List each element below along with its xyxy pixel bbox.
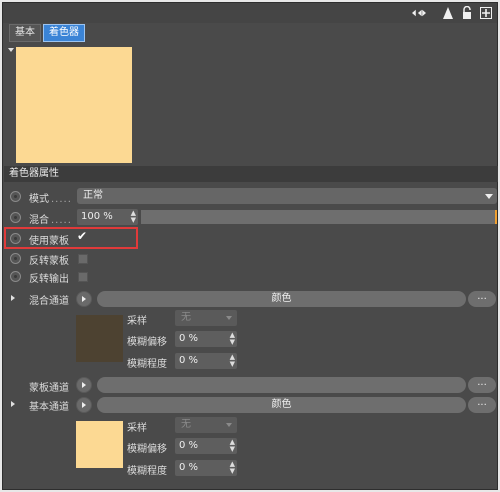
base-blur-scale-label: 模糊程度: [127, 466, 167, 477]
invert-output-label: 反转输出: [29, 274, 69, 285]
blend-animate-radio[interactable]: [10, 212, 21, 223]
base-channel-more-button[interactable]: ...: [468, 397, 496, 413]
expand-chevron-icon[interactable]: [11, 295, 15, 301]
invert-mask-checkbox[interactable]: [78, 254, 88, 264]
mix-blur-scale-field[interactable]: 0 % ▲ ▼: [175, 353, 237, 369]
mix-sampling-dropdown: 无: [175, 310, 237, 326]
section-header-shader-properties: 着色器属性: [4, 166, 498, 182]
add-panel-icon[interactable]: [479, 5, 493, 20]
mix-blur-scale-label: 模糊程度: [127, 359, 167, 370]
mask-channel-label: 蒙板通道: [29, 383, 69, 394]
base-blur-scale-field[interactable]: 0 % ▲ ▼: [175, 460, 237, 476]
use-mask-checkbox[interactable]: ✔: [77, 229, 87, 243]
mask-channel-menu-button[interactable]: [76, 377, 92, 393]
mix-blur-offset-label: 模糊偏移: [127, 337, 167, 348]
invert-output-checkbox[interactable]: [78, 272, 88, 282]
spinner-icon[interactable]: ▲ ▼: [230, 354, 235, 368]
base-channel-swatch: [76, 421, 123, 468]
lock-icon[interactable]: [460, 5, 474, 20]
blend-slider[interactable]: [141, 210, 497, 224]
expand-chevron-icon[interactable]: [11, 401, 15, 407]
spinner-icon[interactable]: ▲ ▼: [230, 439, 235, 453]
invert-mask-animate-radio[interactable]: [10, 253, 21, 264]
blend-label: 混合.....: [29, 215, 72, 226]
base-blur-scale-value: 0 %: [179, 462, 199, 473]
tab-bar: 基本 着色器: [9, 24, 85, 42]
base-sampling-dropdown: 无: [175, 417, 237, 433]
mask-channel-more-button[interactable]: ...: [468, 377, 496, 393]
mask-channel-shader-button[interactable]: [97, 377, 466, 393]
tab-basic[interactable]: 基本: [9, 24, 41, 42]
highlight-box: [4, 227, 138, 249]
use-mask-label: 使用蒙板: [29, 236, 69, 247]
collapse-triangle-icon[interactable]: [8, 48, 14, 52]
dropdown-arrow-icon: [485, 194, 493, 199]
invert-output-animate-radio[interactable]: [10, 271, 21, 282]
pointer-up-icon[interactable]: [441, 5, 455, 20]
base-channel-label: 基本通道: [29, 402, 69, 413]
mix-channel-more-button[interactable]: ...: [468, 291, 496, 307]
nav-arrows-icon[interactable]: [412, 5, 426, 20]
mix-channel-swatch: [76, 315, 123, 362]
base-sampling-label: 采样: [127, 423, 147, 434]
mix-sampling-label: 采样: [127, 316, 147, 327]
spinner-icon[interactable]: ▲ ▼: [230, 461, 235, 475]
mix-sampling-value: 无: [181, 312, 191, 323]
mix-channel-shader-button[interactable]: 颜色: [97, 291, 466, 307]
blend-value: 100 %: [81, 211, 113, 222]
mode-dropdown[interactable]: 正常: [77, 188, 497, 204]
mode-value: 正常: [83, 190, 103, 201]
mix-blur-offset-field[interactable]: 0 % ▲ ▼: [175, 331, 237, 347]
base-channel-menu-button[interactable]: [76, 397, 92, 413]
base-blur-offset-field[interactable]: 0 % ▲ ▼: [175, 438, 237, 454]
spinner-icon[interactable]: ▲ ▼: [131, 210, 136, 224]
spinner-icon[interactable]: ▲ ▼: [230, 332, 235, 346]
mix-blur-scale-value: 0 %: [179, 355, 199, 366]
mix-blur-offset-value: 0 %: [179, 333, 199, 344]
base-sampling-value: 无: [181, 419, 191, 430]
base-channel-shader-button[interactable]: 颜色: [97, 397, 466, 413]
base-blur-offset-value: 0 %: [179, 440, 199, 451]
mix-channel-menu-button[interactable]: [76, 291, 92, 307]
tab-shader[interactable]: 着色器: [43, 24, 85, 42]
blend-field[interactable]: 100 % ▲ ▼: [77, 209, 138, 225]
invert-mask-label: 反转蒙板: [29, 256, 69, 267]
shader-preview: [16, 47, 132, 163]
top-toolbar: [3, 3, 497, 23]
mode-label: 模式.....: [29, 194, 72, 205]
mix-channel-label: 混合通道: [29, 296, 69, 307]
attribute-manager-panel: 基本 着色器 着色器属性 模式..... 正常 混合..... 100 % ▲ ▼…: [2, 2, 498, 490]
use-mask-animate-radio[interactable]: [10, 233, 21, 244]
mode-animate-radio[interactable]: [10, 191, 21, 202]
base-blur-offset-label: 模糊偏移: [127, 444, 167, 455]
